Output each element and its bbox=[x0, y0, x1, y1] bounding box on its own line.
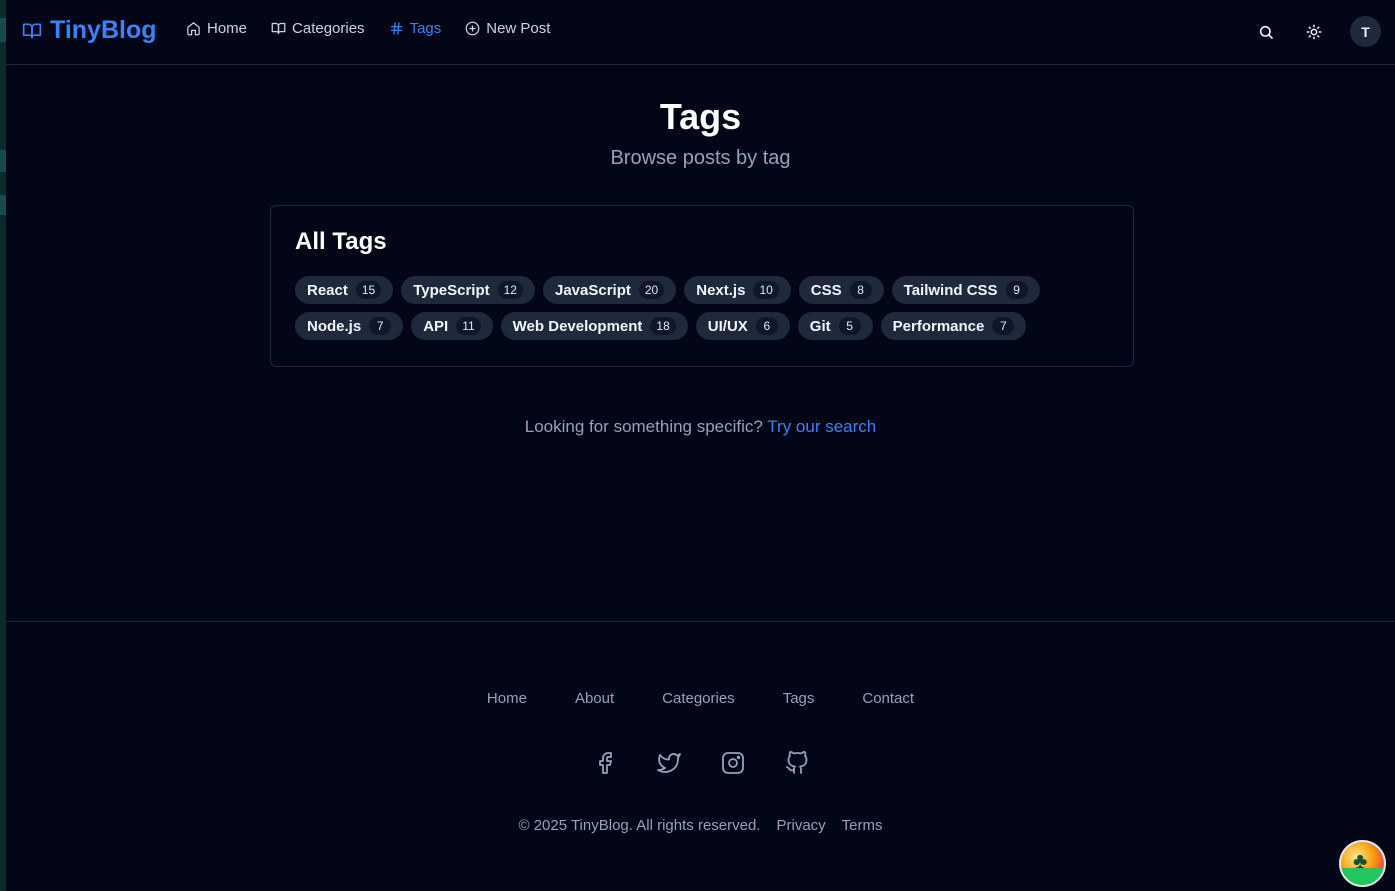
brand-name: TinyBlog bbox=[50, 16, 157, 44]
footer-link-categories[interactable]: Categories bbox=[662, 690, 735, 707]
search-icon bbox=[1259, 25, 1273, 39]
tag-git[interactable]: Git 5 bbox=[797, 312, 873, 340]
tag-name: TypeScript bbox=[413, 281, 490, 299]
tag-name: Tailwind CSS bbox=[903, 281, 998, 299]
plus-circle-icon bbox=[465, 21, 480, 36]
tag-name: Performance bbox=[892, 317, 985, 335]
tag-css[interactable]: CSS 8 bbox=[798, 276, 884, 304]
terms-link[interactable]: Terms bbox=[842, 817, 883, 834]
tag-ui-ux[interactable]: UI/UX 6 bbox=[695, 312, 790, 340]
tag-javascript[interactable]: JavaScript 20 bbox=[542, 276, 677, 304]
footer-link-home[interactable]: Home bbox=[487, 690, 527, 707]
header-actions: T bbox=[1254, 16, 1381, 47]
tag-count-badge: 12 bbox=[497, 281, 523, 299]
tag-name: JavaScript bbox=[554, 281, 631, 299]
tag-name: Git bbox=[809, 317, 831, 335]
tag-performance[interactable]: Performance 7 bbox=[880, 312, 1027, 340]
tag-count-badge: 8 bbox=[849, 281, 872, 299]
brand-logo[interactable]: TinyBlog bbox=[22, 16, 156, 45]
tag-list: React 15 TypeScript 12 JavaScript 20 Next.j… bbox=[295, 276, 1055, 340]
tag-react[interactable]: React 15 bbox=[295, 276, 394, 304]
search-hint-text: Looking for something specific? bbox=[524, 417, 763, 436]
footer-link-about[interactable]: About bbox=[575, 690, 614, 707]
nav-home-label: Home bbox=[207, 20, 248, 37]
palm-tree-icon: ♣ bbox=[1353, 848, 1368, 873]
nav-new-post[interactable]: New Post bbox=[465, 20, 550, 37]
tag-nextjs[interactable]: Next.js 10 bbox=[684, 276, 791, 304]
facebook-icon[interactable] bbox=[593, 751, 617, 775]
tag-web-development[interactable]: Web Development 18 bbox=[500, 312, 688, 340]
tag-count-badge: 15 bbox=[355, 281, 382, 299]
tag-tailwind-css[interactable]: Tailwind CSS 9 bbox=[891, 276, 1040, 304]
sun-icon bbox=[1306, 24, 1322, 39]
edge-marker bbox=[0, 195, 6, 215]
page-title: Tags bbox=[659, 96, 742, 137]
tag-name: CSS bbox=[810, 281, 842, 299]
search-button[interactable] bbox=[1254, 20, 1278, 44]
main-nav: Home Categories Tags New Post bbox=[186, 20, 550, 37]
tag-name: React bbox=[307, 281, 348, 299]
privacy-link[interactable]: Privacy bbox=[776, 817, 825, 834]
theme-toggle-button[interactable] bbox=[1302, 20, 1326, 44]
home-icon bbox=[187, 22, 200, 36]
tag-name: Web Development bbox=[512, 317, 643, 335]
tag-typescript[interactable]: TypeScript 12 bbox=[401, 276, 535, 304]
tag-count-badge: 11 bbox=[456, 317, 481, 335]
site-footer: Home About Categories Tags Contact © 202… bbox=[6, 621, 1395, 891]
search-hint: Looking for something specific? Try our … bbox=[6, 417, 1395, 437]
nav-new-post-label: New Post bbox=[486, 20, 551, 37]
footer-link-contact[interactable]: Contact bbox=[862, 690, 914, 707]
tag-count-badge: 10 bbox=[753, 281, 779, 299]
github-icon[interactable] bbox=[785, 751, 809, 775]
hash-icon bbox=[390, 22, 402, 35]
instagram-icon[interactable] bbox=[721, 751, 745, 775]
book-icon bbox=[271, 22, 286, 35]
floating-assistant-avatar[interactable]: ♣ bbox=[1339, 840, 1386, 887]
card-title: All Tags bbox=[295, 228, 387, 255]
tag-api[interactable]: API 11 bbox=[411, 312, 493, 340]
footer-links: Home About Categories Tags Contact bbox=[6, 690, 1395, 707]
tag-count-badge: 7 bbox=[369, 317, 392, 335]
nav-home[interactable]: Home bbox=[186, 20, 247, 37]
twitter-icon[interactable] bbox=[656, 751, 681, 775]
user-avatar[interactable]: T bbox=[1350, 16, 1381, 47]
copyright-text: © 2025 TinyBlog. All rights reserved. bbox=[518, 817, 761, 834]
all-tags-card: All Tags React 15 TypeScript 12 JavaScript… bbox=[270, 205, 1134, 367]
tag-nodejs[interactable]: Node.js 7 bbox=[295, 312, 404, 340]
book-open-icon bbox=[22, 23, 42, 39]
tag-count-badge: 5 bbox=[838, 317, 861, 335]
tag-count-badge: 20 bbox=[638, 281, 665, 299]
tag-count-badge: 6 bbox=[755, 317, 778, 335]
nav-tags-label: Tags bbox=[409, 20, 442, 37]
tag-name: UI/UX bbox=[707, 317, 748, 335]
nav-categories[interactable]: Categories bbox=[271, 20, 365, 37]
tag-name: API bbox=[423, 317, 449, 335]
tag-name: Next.js bbox=[696, 281, 746, 299]
tag-count-badge: 9 bbox=[1005, 281, 1028, 299]
footer-link-tags[interactable]: Tags bbox=[783, 690, 815, 707]
nav-categories-label: Categories bbox=[292, 20, 365, 37]
social-links bbox=[6, 751, 1395, 775]
tag-count-badge: 18 bbox=[650, 317, 676, 335]
tag-name: Node.js bbox=[307, 317, 362, 335]
page-subtitle: Browse posts by tag bbox=[610, 147, 791, 169]
nav-tags[interactable]: Tags bbox=[389, 20, 442, 37]
footer-bottom: © 2025 TinyBlog. All rights reserved. Pr… bbox=[6, 817, 1395, 834]
site-header: TinyBlog Home Categories Tags New Post T bbox=[6, 0, 1395, 65]
search-link[interactable]: Try our search bbox=[767, 417, 876, 436]
tag-count-badge: 7 bbox=[992, 317, 1015, 335]
